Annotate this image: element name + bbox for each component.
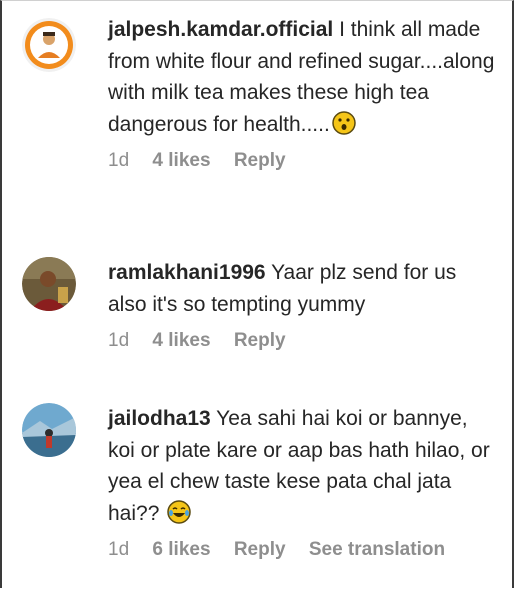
avatar-image (22, 403, 76, 457)
reply-button[interactable]: Reply (234, 330, 286, 351)
comment-text: jailodha13 Yea sahi hai koi or bannye, k… (108, 403, 500, 529)
tears-of-joy-emoji (167, 499, 191, 524)
likes-count[interactable]: 4 likes (152, 330, 210, 351)
comment-username[interactable]: jalpesh.kamdar.official (108, 18, 333, 41)
avatar-image (22, 18, 76, 72)
comment-time: 1d (108, 150, 130, 171)
hushed-face-emoji (332, 110, 356, 135)
comment-meta: 1d 4 likes Reply (108, 150, 500, 172)
comment-time: 1d (108, 539, 130, 560)
comment-meta: 1d 6 likes Reply See translation (108, 539, 500, 561)
comment-text: jalpesh.kamdar.official I think all made… (108, 14, 500, 140)
comment-username[interactable]: jailodha13 (108, 407, 211, 430)
avatar[interactable] (22, 403, 76, 457)
comment-time: 1d (108, 330, 130, 351)
comment-username[interactable]: ramlakhani1996 (108, 261, 266, 284)
reply-button[interactable]: Reply (234, 150, 286, 171)
likes-count[interactable]: 6 likes (152, 539, 210, 560)
comment-text: ramlakhani1996 Yaar plz send for us also… (108, 257, 500, 320)
reply-button[interactable]: Reply (234, 539, 286, 560)
avatar[interactable] (22, 18, 76, 72)
see-translation-button[interactable]: See translation (309, 539, 445, 560)
likes-count[interactable]: 4 likes (152, 150, 210, 171)
avatar-image (22, 257, 76, 311)
comment-meta: 1d 4 likes Reply (108, 330, 500, 352)
avatar[interactable] (22, 257, 76, 311)
